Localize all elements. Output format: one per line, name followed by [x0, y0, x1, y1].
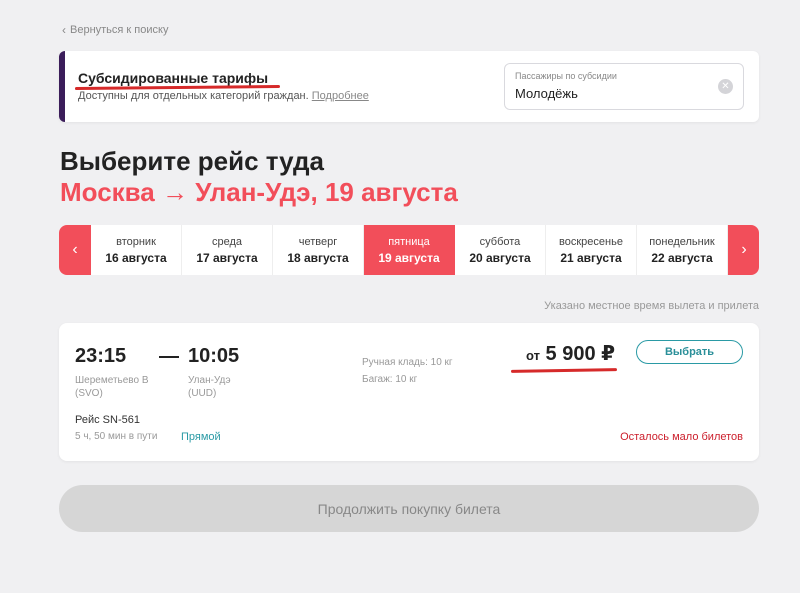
price: от 5 900 ₽ [526, 341, 615, 366]
date-weekday: вторник [116, 235, 156, 248]
date-weekday: четверг [298, 235, 338, 248]
more-link[interactable]: Подробнее [312, 90, 369, 102]
departure-time: 23:15 [75, 345, 127, 367]
hand-luggage: Ручная кладь: 10 кг [362, 357, 453, 368]
date-tab[interactable]: суббота 20 августа [455, 225, 546, 275]
availability-warning: Осталось мало билетов [620, 431, 743, 443]
back-to-search-link[interactable]: ‹ Вернуться к поиску [62, 23, 168, 37]
chevron-left-icon: ‹ [72, 241, 78, 258]
arrival-airport: Улан-Удэ (UUD) [188, 374, 288, 400]
date-weekday: среда [211, 235, 243, 248]
arrival-airport-name: Улан-Удэ [188, 375, 231, 386]
arrival-time: 10:05 [188, 345, 240, 367]
time-dash [159, 356, 179, 358]
passenger-field-label: Пассажиры по субсидии [515, 71, 617, 81]
subsidy-description-text: Доступны для отдельных категорий граждан… [78, 90, 309, 102]
local-time-note: Указано местное время вылета и прилета [544, 300, 759, 312]
date-day: 20 августа [469, 250, 531, 265]
departure-airport-code: (SVO) [75, 388, 103, 399]
arrival-airport-code: (UUD) [188, 388, 217, 399]
chevron-left-icon: ‹ [62, 23, 66, 37]
date-day: 18 августа [287, 250, 349, 265]
date-day: 19 августа [378, 250, 440, 265]
passenger-type-select[interactable]: Пассажиры по субсидии Молодёжь ✕ [504, 63, 744, 110]
subsidy-title: Субсидированные тарифы [78, 70, 269, 86]
chevron-right-icon: › [741, 241, 747, 258]
date-tab[interactable]: вторник 16 августа [91, 225, 182, 275]
date-day: 21 августа [560, 250, 622, 265]
flight-card: 23:15 10:05 Шереметьево B (SVO) Улан-Удэ… [59, 323, 759, 461]
select-flight-button[interactable]: Выбрать [636, 340, 743, 364]
annotation-underline [510, 368, 618, 373]
continue-purchase-button[interactable]: Продолжить покупку билета [59, 485, 759, 532]
baggage-info: Ручная кладь: 10 кг Багаж: 10 кг [362, 354, 453, 388]
date-tab[interactable]: понедельник 22 августа [637, 225, 728, 275]
date-tab[interactable]: среда 17 августа [182, 225, 273, 275]
clear-icon[interactable]: ✕ [718, 79, 733, 94]
page-title: Выберите рейс туда [60, 146, 324, 176]
back-link-label: Вернуться к поиску [70, 24, 169, 36]
accent-bar [59, 51, 65, 122]
next-dates-button[interactable]: › [728, 225, 759, 275]
checked-baggage: Багаж: 10 кг [362, 374, 418, 385]
subsidy-card: Субсидированные тарифы Доступны для отде… [59, 51, 759, 122]
date-day: 22 августа [651, 250, 713, 265]
route-title: Москва → Улан-Удэ, 19 августа [60, 177, 458, 207]
price-value: 5 900 ₽ [545, 343, 616, 365]
passenger-field-value: Молодёжь [515, 86, 578, 101]
price-prefix: от [526, 348, 540, 363]
flight-number: Рейс SN-561 [75, 414, 140, 426]
date-tab[interactable]: воскресенье 21 августа [546, 225, 637, 275]
date-tab-selected[interactable]: пятница 19 августа [364, 225, 455, 275]
prev-dates-button[interactable]: ‹ [59, 225, 91, 275]
date-weekday: воскресенье [559, 235, 623, 248]
direct-badge: Прямой [181, 431, 221, 443]
date-day: 17 августа [196, 250, 258, 265]
date-weekday: суббота [479, 235, 521, 248]
date-selector: ‹ вторник 16 августа среда 17 августа че… [59, 225, 759, 275]
date-weekday: понедельник [649, 235, 715, 248]
date-tab[interactable]: четверг 18 августа [273, 225, 364, 275]
subsidy-description: Доступны для отдельных категорий граждан… [78, 90, 369, 102]
departure-airport: Шереметьево B (SVO) [75, 374, 175, 400]
departure-airport-name: Шереметьево B [75, 375, 149, 386]
flight-duration: 5 ч, 50 мин в пути [75, 431, 158, 442]
date-day: 16 августа [105, 250, 167, 265]
date-weekday: пятница [388, 235, 430, 248]
